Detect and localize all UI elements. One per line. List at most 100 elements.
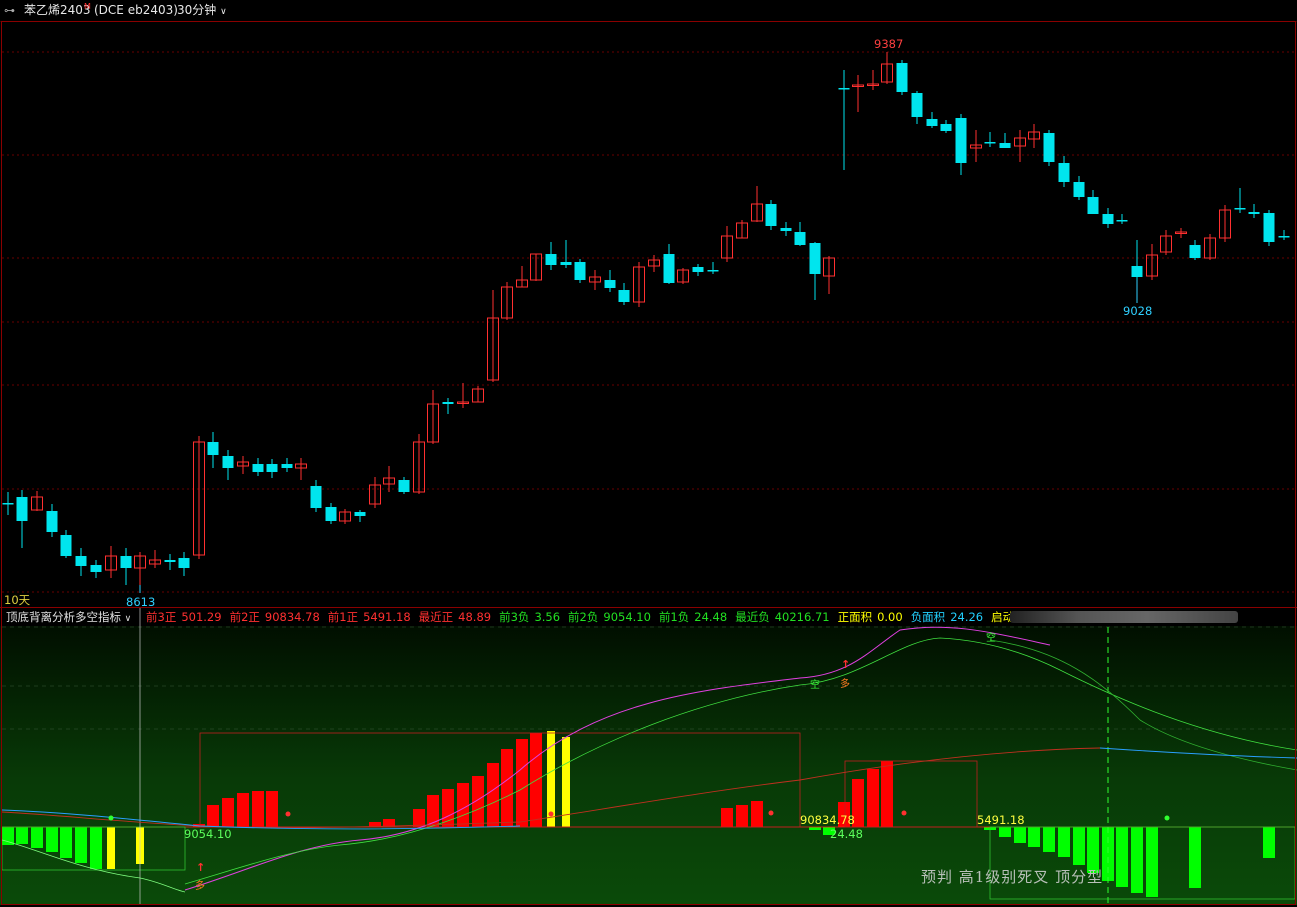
candle-body-down — [574, 262, 586, 280]
neg-value-label-2: 24.48 — [830, 827, 863, 841]
candle-body-down — [1234, 208, 1246, 210]
histogram-bar-negative — [2, 827, 14, 845]
candle-body-down — [16, 497, 28, 521]
signal-dot — [901, 810, 907, 816]
signal-dot — [1164, 815, 1170, 821]
histogram-bar-positive — [222, 798, 234, 827]
signal-arrow-2: ↑ — [196, 861, 206, 874]
histogram-bar-positive — [736, 805, 748, 827]
histogram-bar-negative — [1116, 827, 1128, 887]
oscillator-line-blue-2 — [1099, 747, 1297, 759]
histogram-bar-positive — [721, 808, 733, 827]
signal-kong-1: 空 — [810, 680, 820, 691]
candle-body-down — [310, 486, 322, 508]
histogram-bar-negative — [60, 827, 72, 858]
histogram-bar-signal — [107, 827, 115, 869]
histogram-bar-positive — [487, 763, 499, 827]
histogram-bar-negative — [1263, 827, 1275, 858]
pos-value-label-2: 90834.78 — [800, 813, 855, 827]
candle-body-down — [926, 119, 938, 126]
candle-body-down — [780, 228, 792, 231]
candle-body-down — [1087, 197, 1099, 214]
candle-body-down — [1102, 214, 1114, 224]
candle-body-down — [955, 118, 967, 163]
high-price-label: 9387 — [874, 37, 904, 51]
signal-duo-1: 多 — [840, 679, 850, 690]
signal-duo-2: 多 — [195, 881, 205, 892]
candle-body-down — [1058, 163, 1070, 182]
kline-chart[interactable] — [0, 0, 1297, 907]
histogram-bar-negative — [75, 827, 87, 863]
candle-body-down — [398, 480, 410, 492]
neg-value-label-1: 9054.10 — [184, 827, 232, 841]
candle-body-down — [2, 503, 14, 505]
histogram-bar-negative — [1028, 827, 1040, 847]
histogram-bar-positive — [442, 789, 454, 827]
candle-body-down — [1043, 133, 1055, 162]
histogram-bar-positive — [881, 761, 893, 827]
candle-body-down — [545, 254, 557, 265]
oscillator-line-magenta — [184, 626, 1051, 891]
days-label: 10天 — [4, 593, 31, 607]
candle-body-down — [896, 63, 908, 92]
candle-body-down — [90, 565, 102, 572]
candle-body-down — [692, 267, 704, 272]
histogram-bar-positive — [252, 791, 264, 827]
histogram-bar-positive — [207, 805, 219, 827]
histogram-bar-negative — [1189, 827, 1201, 888]
histogram-bar-negative — [1014, 827, 1026, 843]
candle-body-down — [999, 143, 1011, 148]
candle-body-down — [207, 442, 219, 455]
candle-body-down — [281, 464, 293, 468]
candle-body-down — [252, 464, 264, 472]
histogram-bar-positive — [472, 776, 484, 827]
candle-body-down — [911, 93, 923, 117]
candle-body-down — [1248, 212, 1260, 214]
candle-body-down — [442, 402, 454, 404]
histogram-bar-positive — [457, 783, 469, 827]
candle-body-down — [60, 535, 72, 556]
histogram-bar-negative — [1146, 827, 1158, 897]
histogram-bar-negative — [999, 827, 1011, 837]
candle-body-down — [618, 290, 630, 302]
candle-body-down — [325, 507, 337, 521]
candle-body-down — [222, 456, 234, 468]
candle-body-down — [838, 88, 850, 90]
candle-body-down — [1278, 236, 1290, 238]
candle-body-down — [1189, 245, 1201, 258]
left-low-price-label: 8613 — [126, 595, 156, 609]
histogram-bar-positive — [867, 769, 879, 827]
signal-dot — [548, 811, 554, 817]
divergence-box — [844, 760, 978, 828]
histogram-bar-negative — [1073, 827, 1085, 865]
candle-body-down — [266, 464, 278, 472]
histogram-bar-positive — [501, 749, 513, 827]
signal-arrow-1: ↑ — [841, 658, 851, 671]
histogram-bar-positive — [516, 739, 528, 827]
candle-body-down — [984, 142, 996, 144]
pos-value-label-3: 5491.18 — [977, 813, 1025, 827]
histogram-bar-negative — [809, 827, 821, 830]
low-price-label: 9028 — [1123, 304, 1153, 318]
candle-body-down — [1131, 266, 1143, 277]
candle-body-down — [707, 270, 719, 272]
histogram-bar-negative — [46, 827, 58, 852]
histogram-bar-positive — [237, 793, 249, 827]
histogram-bar-signal — [562, 737, 570, 827]
candle-body-down — [794, 232, 806, 245]
oscillator-line-green — [184, 637, 1297, 885]
candle-body-down — [765, 204, 777, 226]
histogram-bar-negative — [1043, 827, 1055, 852]
candle-body-down — [604, 280, 616, 288]
histogram-bar-positive — [266, 791, 278, 827]
candle-body-down — [120, 556, 132, 568]
candle-body-down — [1116, 220, 1128, 222]
histogram-bar-negative — [31, 827, 43, 848]
candle-body-down — [354, 512, 366, 516]
candle-body-down — [809, 243, 821, 274]
signal-dot — [108, 815, 114, 821]
candle-body-down — [560, 262, 572, 265]
signal-kong-2: 空 — [986, 633, 996, 644]
candle-body-down — [940, 124, 952, 131]
candle-body-down — [75, 556, 87, 566]
